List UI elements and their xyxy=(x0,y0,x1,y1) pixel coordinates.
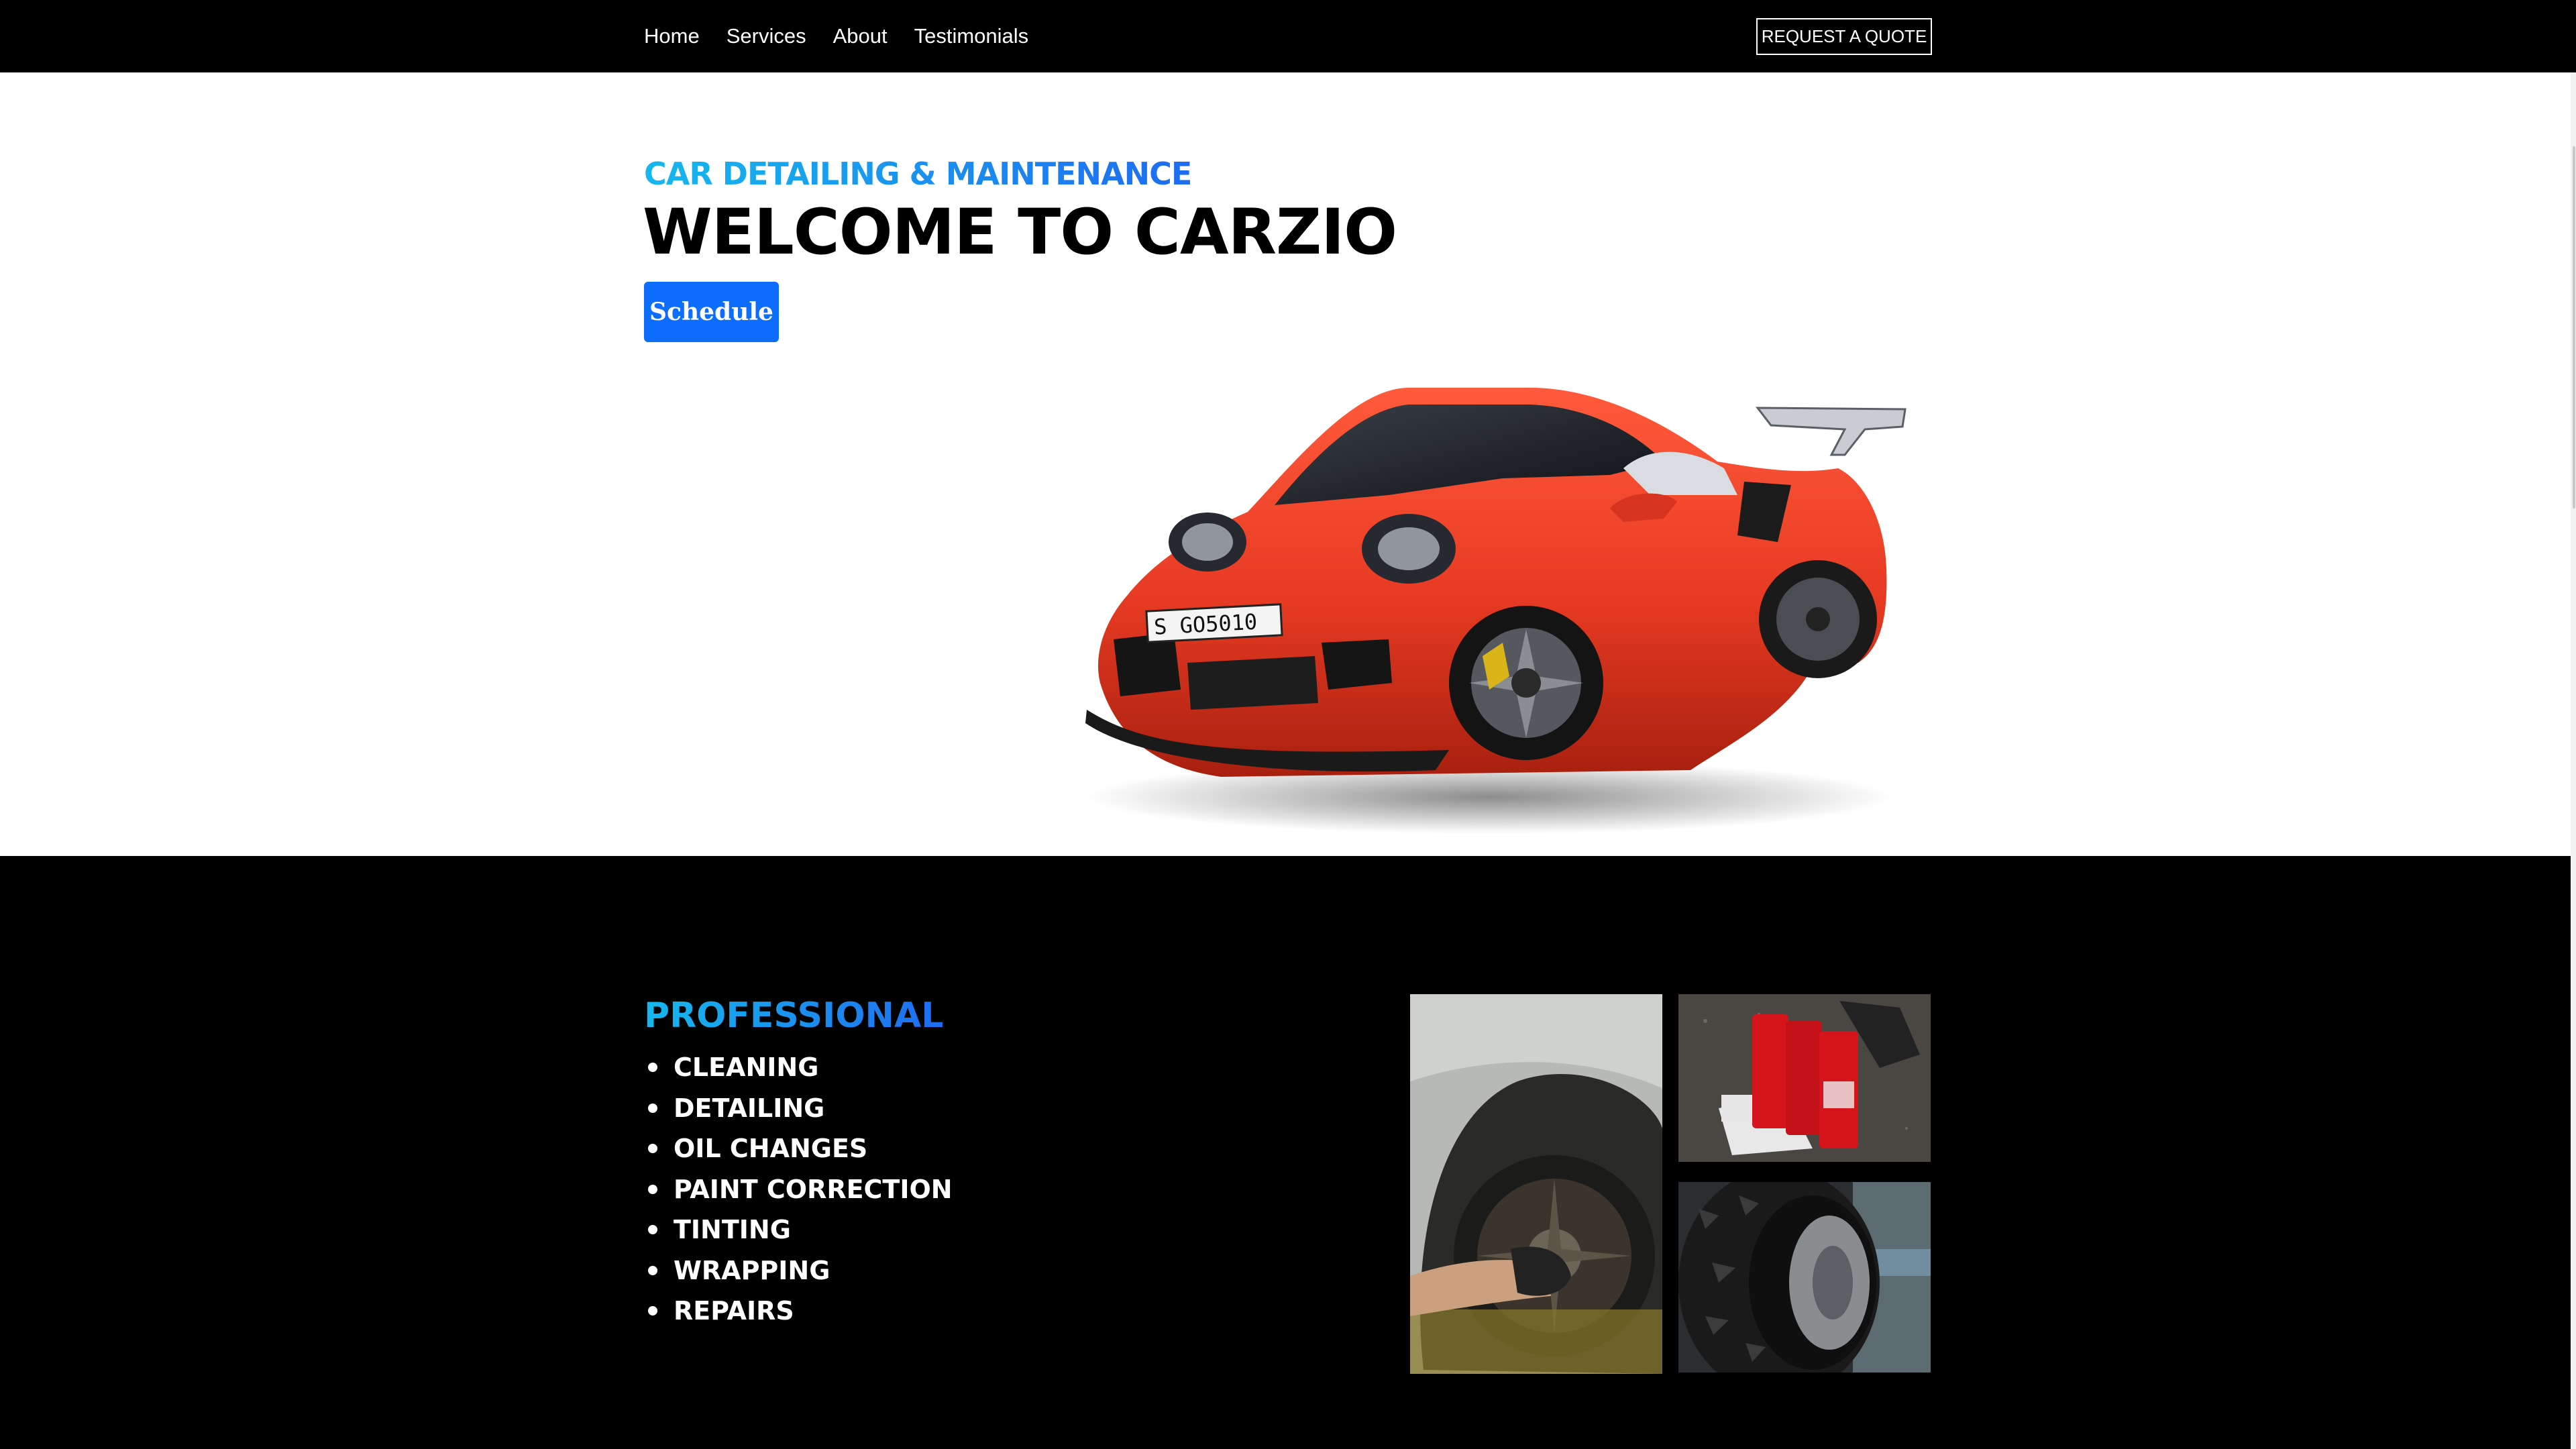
list-item: DETAILING xyxy=(644,1088,953,1129)
nav-links: Home Services About Testimonials xyxy=(644,0,1028,72)
list-item: OIL CHANGES xyxy=(644,1128,953,1169)
tire-photo xyxy=(1678,1182,1931,1373)
services-section: PROFESSIONAL CLEANING DETAILING OIL CHAN… xyxy=(0,856,2576,1449)
hero-title: WELCOME TO CARZIO xyxy=(643,196,1397,269)
list-item: WRAPPING xyxy=(644,1250,953,1291)
services-list: CLEANING DETAILING OIL CHANGES PAINT COR… xyxy=(644,1047,953,1332)
nav-link-home[interactable]: Home xyxy=(644,24,700,48)
services-heading: PROFESSIONAL xyxy=(644,996,944,1036)
list-item: PAINT CORRECTION xyxy=(644,1169,953,1210)
car-image: S GO5010 xyxy=(1073,368,1919,851)
request-quote-button[interactable]: REQUEST A QUOTE xyxy=(1756,18,1932,55)
nav-link-services[interactable]: Services xyxy=(727,24,806,48)
scrollbar[interactable] xyxy=(2571,72,2576,1449)
list-item: TINTING xyxy=(644,1210,953,1250)
hero-kicker: CAR DETAILING & MAINTENANCE xyxy=(644,156,1192,192)
motor-oil-photo xyxy=(1678,994,1931,1162)
schedule-button[interactable]: Schedule xyxy=(644,282,779,342)
car-plate: S GO5010 xyxy=(1153,609,1258,640)
nav-link-testimonials[interactable]: Testimonials xyxy=(914,24,1029,48)
nav-link-about[interactable]: About xyxy=(833,24,888,48)
list-item: REPAIRS xyxy=(644,1291,953,1332)
list-item: CLEANING xyxy=(644,1047,953,1088)
wheel-cleaning-photo xyxy=(1410,994,1662,1374)
hero-section: CAR DETAILING & MAINTENANCE WELCOME TO C… xyxy=(0,72,2576,856)
navbar: Home Services About Testimonials REQUEST… xyxy=(0,0,2576,72)
scroll-thumb[interactable] xyxy=(2573,146,2575,508)
